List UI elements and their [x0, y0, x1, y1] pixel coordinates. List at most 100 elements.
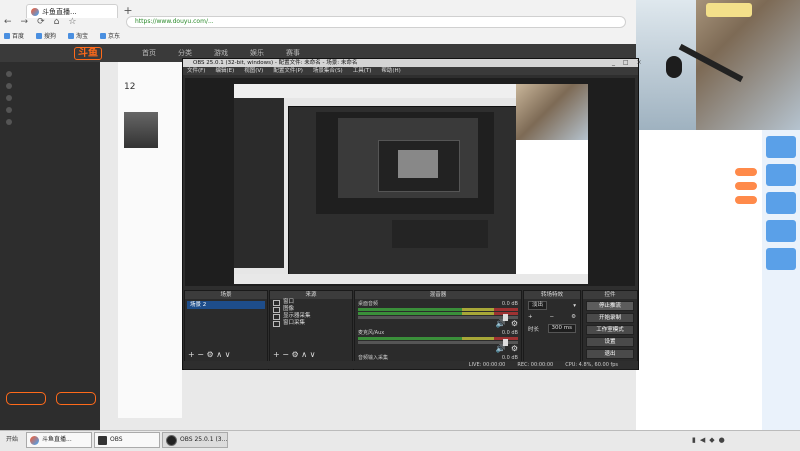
- source-label: 图像: [283, 306, 295, 312]
- obs-menu-bar: 文件(F) 编辑(E) 视图(V) 配置文件(P) 场景集合(S) 工具(T) …: [183, 67, 638, 75]
- sidebar-action-button[interactable]: [6, 392, 46, 405]
- sidebar-row[interactable]: [6, 94, 94, 101]
- back-icon[interactable]: ←: [4, 17, 12, 27]
- scenes-dock-toolbar[interactable]: + − ⚙ ∧ ∨: [188, 351, 230, 359]
- sidebar-row[interactable]: [6, 70, 94, 77]
- browser-tab[interactable]: 斗鱼直播...: [26, 4, 118, 18]
- settings-button[interactable]: 设置: [586, 337, 634, 347]
- sidebar-row[interactable]: [6, 82, 94, 89]
- site-nav-item[interactable]: 分类: [178, 48, 192, 58]
- bookmark-item[interactable]: 百度: [4, 31, 24, 40]
- sidebar-row[interactable]: [6, 118, 94, 125]
- gift-item[interactable]: [766, 220, 796, 242]
- obs-menu-item[interactable]: 帮助(H): [381, 67, 400, 75]
- gear-icon[interactable]: ⚙: [511, 345, 518, 353]
- source-item[interactable]: 窗口: [270, 299, 352, 306]
- fader-handle[interactable]: [503, 339, 508, 346]
- add-icon[interactable]: +: [528, 314, 533, 320]
- transitions-dock-title: 转场特效: [524, 291, 580, 299]
- obs-menu-item[interactable]: 配置文件(P): [273, 67, 303, 75]
- site-nav-item[interactable]: 游戏: [214, 48, 228, 58]
- sources-dock-toolbar[interactable]: + − ⚙ ∧ ∨: [273, 351, 315, 359]
- gear-icon[interactable]: ⚙: [571, 314, 576, 320]
- sidebar-action-button[interactable]: [56, 392, 96, 405]
- gift-item[interactable]: [766, 164, 796, 186]
- preview-webcam: [516, 84, 588, 140]
- webcam-feed: [636, 0, 800, 130]
- star-icon[interactable]: ☆: [68, 17, 76, 27]
- gift-item[interactable]: [766, 192, 796, 214]
- preview-mixer: [392, 220, 488, 248]
- bookmark-icon: [36, 32, 43, 39]
- home-icon[interactable]: ⌂: [54, 17, 60, 27]
- fader-handle[interactable]: [503, 314, 508, 321]
- gear-icon[interactable]: ⚙: [511, 320, 518, 328]
- volume-icon[interactable]: ◀: [700, 432, 705, 448]
- obs-menu-item[interactable]: 工具(T): [353, 67, 372, 75]
- obs-window-controls[interactable]: _ □ ×: [612, 59, 645, 67]
- gift-item[interactable]: [766, 136, 796, 158]
- mixer-channel-db: 0.0 dB: [501, 301, 518, 307]
- sidebar-buttons: [6, 392, 96, 405]
- obs-menu-item[interactable]: 场景集合(S): [313, 67, 343, 75]
- shield-icon[interactable]: ◆: [709, 432, 714, 448]
- speaker-icon[interactable]: 🔊: [496, 345, 506, 353]
- chevron-down-icon[interactable]: ▾: [573, 303, 576, 309]
- app-icon: [98, 435, 107, 445]
- scenes-dock: 场景 场景 2 + − ⚙ ∧ ∨: [184, 290, 268, 370]
- bookmark-label: 淘宝: [76, 33, 89, 40]
- source-label: 窗口采集: [283, 320, 306, 326]
- taskbar-item-label: 斗鱼直播...: [42, 436, 72, 443]
- site-logo[interactable]: 斗鱼: [74, 46, 102, 60]
- sidebar-row[interactable]: [6, 106, 94, 113]
- speaker-icon[interactable]: 🔊: [496, 320, 506, 328]
- bookmark-item[interactable]: 淘宝: [68, 31, 88, 40]
- chat-badge: [735, 182, 757, 190]
- source-item[interactable]: 显示器采集: [270, 313, 352, 320]
- douyu-favicon-icon: [31, 7, 39, 16]
- url-bar[interactable]: https://www.douyu.com/...: [126, 16, 626, 28]
- taskbar-item-browser[interactable]: 斗鱼直播...: [26, 432, 92, 448]
- taskbar-item-obs-studio[interactable]: OBS: [94, 432, 160, 448]
- volume-fader[interactable]: [358, 339, 518, 346]
- gift-item[interactable]: [766, 248, 796, 270]
- site-nav-item[interactable]: 赛事: [286, 48, 300, 58]
- obs-menu-item[interactable]: 编辑(E): [215, 67, 234, 75]
- obs-menu-item[interactable]: 文件(F): [187, 67, 205, 75]
- transition-select[interactable]: 淡出: [528, 301, 548, 310]
- window-source-icon: [273, 299, 280, 306]
- bookmark-label: 百度: [12, 33, 25, 40]
- source-item[interactable]: 窗口采集: [270, 320, 352, 327]
- browser-tab-title: 斗鱼直播...: [42, 7, 77, 16]
- reload-icon[interactable]: ⟳: [37, 17, 45, 27]
- obs-menu-item[interactable]: 视图(V): [244, 67, 263, 75]
- start-button[interactable]: 开始: [0, 432, 24, 448]
- bookmark-icon: [100, 32, 107, 39]
- source-label: 显示器采集: [283, 313, 311, 319]
- site-nav-item[interactable]: 首页: [142, 48, 156, 58]
- volume-fader[interactable]: [358, 314, 518, 321]
- stream-thumbnail[interactable]: [124, 112, 158, 148]
- network-icon[interactable]: ▮: [692, 432, 696, 448]
- exit-button[interactable]: 退出: [586, 349, 634, 359]
- system-tray: ▮ ◀ ◆ ●: [692, 432, 725, 448]
- volume-meter: [358, 308, 518, 311]
- sidebar-icon: [6, 82, 12, 89]
- taskbar-item-obs[interactable]: OBS 25.0.1 (3...: [162, 432, 228, 448]
- source-item[interactable]: 图像: [270, 306, 352, 313]
- duration-field[interactable]: 300 ms: [547, 324, 576, 333]
- sidebar-icon: [6, 106, 12, 113]
- obs-status-bar: LIVE: 00:00:00 REC: 00:00:00 CPU: 4.8%, …: [183, 361, 638, 369]
- site-nav-item[interactable]: 娱乐: [250, 48, 264, 58]
- sidebar-icon: [6, 70, 12, 77]
- bookmark-item[interactable]: 搜狗: [36, 31, 56, 40]
- bookmark-item[interactable]: 京东: [100, 31, 120, 40]
- gift-column: [762, 130, 800, 430]
- studio-mode-button[interactable]: 工作室模式: [586, 325, 634, 335]
- scene-item[interactable]: 场景 2: [187, 301, 265, 309]
- remove-icon[interactable]: −: [550, 314, 555, 320]
- ime-icon[interactable]: ●: [719, 432, 725, 448]
- stop-streaming-button[interactable]: 停止推流: [586, 301, 634, 311]
- forward-icon[interactable]: →: [21, 17, 29, 27]
- start-recording-button[interactable]: 开始录制: [586, 313, 634, 323]
